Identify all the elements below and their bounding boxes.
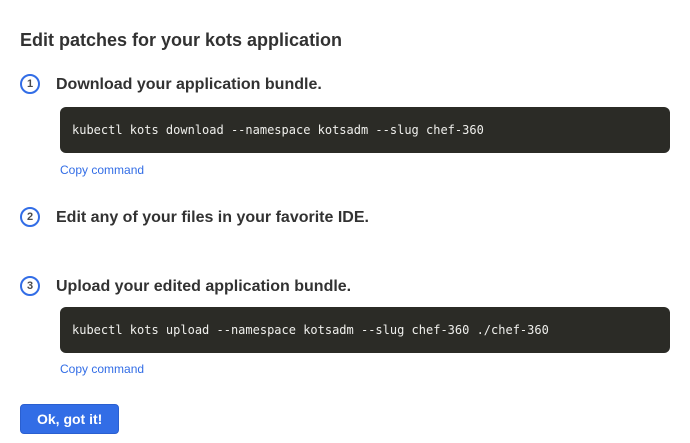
step-3-command-block: kubectl kots upload --namespace kotsadm … [60, 307, 670, 353]
ok-got-it-button[interactable]: Ok, got it! [20, 404, 119, 434]
step-1-number-badge: 1 [20, 74, 40, 94]
step-1: 1 Download your application bundle. kube… [20, 74, 670, 179]
step-1-command-block: kubectl kots download --namespace kotsad… [60, 107, 670, 153]
page-title: Edit patches for your kots application [20, 31, 670, 49]
step-3-heading: Upload your edited application bundle. [56, 277, 351, 296]
step-2-header: 2 Edit any of your files in your favorit… [20, 207, 670, 227]
step-2-number-badge: 2 [20, 207, 40, 227]
step-1-command-text: kubectl kots download --namespace kotsad… [72, 123, 484, 137]
step-3-copy-command-link[interactable]: Copy command [60, 362, 144, 376]
step-1-header: 1 Download your application bundle. [20, 74, 670, 94]
step-1-body: kubectl kots download --namespace kotsad… [60, 107, 670, 179]
step-2: 2 Edit any of your files in your favorit… [20, 207, 670, 227]
step-1-heading: Download your application bundle. [56, 75, 322, 94]
step-3-command-text: kubectl kots upload --namespace kotsadm … [72, 323, 549, 337]
step-1-copy-command-link[interactable]: Copy command [60, 163, 144, 177]
step-3-number-badge: 3 [20, 276, 40, 296]
step-3: 3 Upload your edited application bundle.… [20, 276, 670, 378]
step-3-header: 3 Upload your edited application bundle. [20, 276, 670, 296]
dialog-footer: Ok, got it! [20, 378, 670, 434]
edit-patches-dialog: { "modal": { "title": "Edit patches for … [0, 0, 690, 443]
step-2-heading: Edit any of your files in your favorite … [56, 208, 369, 227]
step-3-body: kubectl kots upload --namespace kotsadm … [60, 307, 670, 378]
